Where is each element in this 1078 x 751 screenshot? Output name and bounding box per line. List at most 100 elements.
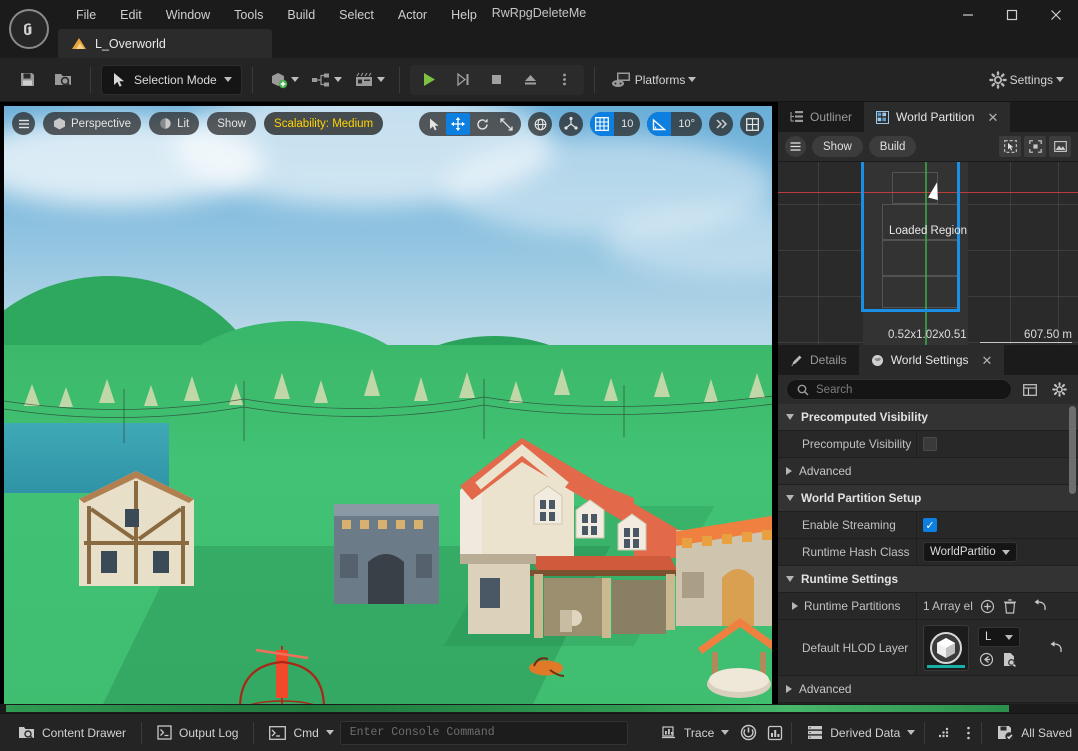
play-button[interactable] xyxy=(412,65,446,95)
camera-mode-button[interactable]: Perspective xyxy=(43,112,142,135)
hlod-layer-dropdown[interactable]: L xyxy=(978,627,1020,647)
gear-icon[interactable] xyxy=(1048,379,1070,400)
precompute-visibility-checkbox[interactable] xyxy=(923,437,937,451)
scalability-button[interactable]: Scalability: Medium xyxy=(264,112,384,135)
level-tab-overworld[interactable]: L_Overworld xyxy=(58,29,272,58)
properties-scrollbar[interactable] xyxy=(1069,406,1076,494)
trace-button[interactable]: Trace xyxy=(649,718,735,748)
row-runtime-hash-class[interactable]: Runtime Hash Class WorldPartitio xyxy=(778,539,1078,566)
angle-snap-group[interactable]: 10° xyxy=(647,112,702,136)
hamburger-menu-icon[interactable] xyxy=(785,136,806,157)
blueprints-button[interactable] xyxy=(305,65,346,95)
output-log-button[interactable]: Output Log xyxy=(145,718,250,748)
move-tool-icon[interactable] xyxy=(446,113,471,135)
category-precomputed-visibility[interactable]: Precomputed Visibility xyxy=(778,404,1078,431)
step-button[interactable] xyxy=(446,65,480,95)
row-default-hlod-layer[interactable]: Default HLOD Layer L xyxy=(778,620,1078,676)
tab-outliner[interactable]: Outliner xyxy=(778,102,864,132)
chevron-right-icon[interactable] xyxy=(792,602,798,610)
reset-to-default-icon[interactable] xyxy=(1031,598,1048,615)
viewport-menu-button[interactable] xyxy=(12,112,35,135)
select-tool-icon[interactable] xyxy=(422,113,446,135)
status-separator-2 xyxy=(253,721,255,744)
focus-selection-icon[interactable] xyxy=(1024,136,1046,157)
platforms-button[interactable]: Platforms xyxy=(605,65,701,95)
show-menu-button[interactable]: Show xyxy=(207,112,257,135)
grid-snap-group[interactable]: 10 xyxy=(590,112,641,136)
menu-edit[interactable]: Edit xyxy=(108,4,154,26)
chevron-double-right-icon[interactable] xyxy=(709,112,733,136)
category-world-partition-setup[interactable]: World Partition Setup xyxy=(778,485,1078,512)
derived-data-button[interactable]: Derived Data xyxy=(795,718,921,748)
row-precompute-visibility[interactable]: Precompute Visibility xyxy=(778,431,1078,458)
world-partition-minimap[interactable]: Loaded Region 0.52x1.02x0.51 607.50 m xyxy=(778,162,1078,345)
scale-tool-icon[interactable] xyxy=(494,113,518,135)
wp-show-button[interactable]: Show xyxy=(812,136,863,157)
console-command-input[interactable]: Enter Console Command xyxy=(339,720,628,745)
hlod-layer-asset-icon[interactable] xyxy=(923,624,969,671)
viewport-layout-icon[interactable] xyxy=(740,112,764,136)
add-actor-button[interactable] xyxy=(263,65,303,95)
content-drawer-button[interactable]: Content Drawer xyxy=(6,718,138,748)
row-runtime-partitions[interactable]: Runtime Partitions 1 Array el xyxy=(778,593,1078,620)
world-coordinate-icon[interactable] xyxy=(528,112,553,136)
menu-window[interactable]: Window xyxy=(154,4,222,26)
tab-details[interactable]: Details xyxy=(778,345,859,375)
angle-snap-value[interactable]: 10° xyxy=(671,112,702,136)
row-advanced-visibility[interactable]: Advanced xyxy=(778,458,1078,485)
category-runtime-settings[interactable]: Runtime Settings xyxy=(778,566,1078,593)
menu-build[interactable]: Build xyxy=(275,4,327,26)
add-element-icon[interactable] xyxy=(979,598,996,615)
minimap-loaded-region-box[interactable] xyxy=(861,162,960,312)
status-more-button[interactable] xyxy=(959,718,978,748)
selection-mode-button[interactable]: Selection Mode xyxy=(101,64,242,95)
minimap-image-icon[interactable] xyxy=(1049,136,1071,157)
minimize-button[interactable] xyxy=(946,0,990,29)
cinematics-button[interactable] xyxy=(348,65,389,95)
settings-button[interactable]: Settings xyxy=(983,65,1068,95)
unreal-logo[interactable] xyxy=(0,0,58,58)
menu-actor[interactable]: Actor xyxy=(386,4,439,26)
column-settings-icon[interactable] xyxy=(1019,379,1041,400)
cmd-button[interactable]: Cmd xyxy=(257,718,339,748)
eject-button[interactable] xyxy=(514,65,548,95)
menu-help[interactable]: Help xyxy=(439,4,489,26)
close-icon[interactable]: ✕ xyxy=(982,354,993,367)
wp-build-button[interactable]: Build xyxy=(868,136,917,157)
runtime-hash-class-dropdown[interactable]: WorldPartitio xyxy=(923,542,1017,562)
grid-snap-toggle-icon[interactable] xyxy=(590,112,615,136)
close-button[interactable] xyxy=(1034,0,1078,29)
search-input[interactable]: Search xyxy=(786,379,1012,400)
menu-file[interactable]: File xyxy=(64,4,108,26)
stop-button[interactable] xyxy=(480,65,514,95)
menu-select[interactable]: Select xyxy=(327,4,386,26)
use-selected-asset-icon[interactable] xyxy=(978,651,995,668)
delete-icon[interactable] xyxy=(1002,598,1019,615)
row-enable-streaming[interactable]: Enable Streaming ✓ xyxy=(778,512,1078,539)
marquee-select-icon[interactable] xyxy=(999,136,1021,157)
all-saved-button[interactable]: All Saved xyxy=(985,718,1072,748)
trace-record-button[interactable] xyxy=(735,718,762,748)
status-grid-button[interactable] xyxy=(928,718,959,748)
save-icon[interactable] xyxy=(10,65,44,95)
close-icon[interactable]: ✕ xyxy=(988,111,999,124)
level-viewport[interactable]: z xyxy=(0,102,778,704)
trace-stats-button[interactable] xyxy=(762,718,788,748)
more-options-icon xyxy=(563,73,567,86)
tab-world-partition[interactable]: World Partition ✕ xyxy=(864,102,1011,132)
menu-tools[interactable]: Tools xyxy=(222,4,275,26)
rotate-tool-icon[interactable] xyxy=(470,113,494,135)
reset-to-default-icon[interactable] xyxy=(1047,639,1064,656)
view-mode-button[interactable]: Lit xyxy=(149,112,200,135)
angle-snap-toggle-icon[interactable] xyxy=(647,112,672,136)
play-more-button[interactable] xyxy=(548,65,582,95)
browse-to-asset-icon[interactable] xyxy=(1000,651,1017,668)
pivot-icon[interactable] xyxy=(559,112,584,136)
row-advanced-runtime[interactable]: Advanced xyxy=(778,676,1078,703)
browse-content-icon[interactable] xyxy=(46,65,80,95)
tab-world-settings[interactable]: World Settings ✕ xyxy=(858,345,1005,375)
maximize-button[interactable] xyxy=(990,0,1034,29)
grid-snap-value[interactable]: 10 xyxy=(614,112,640,136)
world-settings-properties[interactable]: Precomputed Visibility Precompute Visibi… xyxy=(778,404,1078,704)
enable-streaming-checkbox[interactable]: ✓ xyxy=(923,518,937,532)
